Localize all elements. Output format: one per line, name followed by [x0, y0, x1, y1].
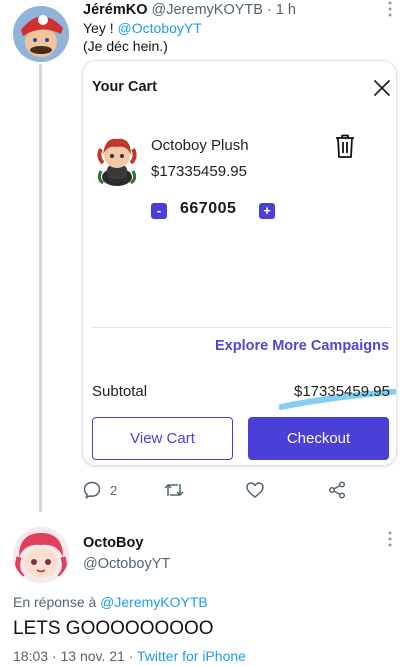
explore-campaigns-link[interactable]: Explore More Campaigns: [215, 338, 389, 354]
close-icon[interactable]: [371, 77, 393, 99]
tweet-source-link[interactable]: Twitter for iPhone: [137, 648, 246, 664]
quantity-value: 667005: [180, 200, 237, 217]
tweet-text: Yey ! @OctoboyYT (Je déc hein.): [83, 19, 202, 55]
product-name[interactable]: Octoboy Plush: [151, 137, 249, 154]
quantity-decrease-button[interactable]: -: [151, 203, 167, 219]
mention-link[interactable]: @OctoboyYT: [118, 20, 202, 36]
avatar-jeremko[interactable]: [13, 6, 69, 62]
more-icon[interactable]: [380, 530, 400, 550]
divider: [91, 327, 391, 328]
view-cart-button[interactable]: View Cart: [92, 417, 233, 460]
author-handle[interactable]: @OctoboyYT: [83, 556, 170, 572]
retweet-button[interactable]: [163, 480, 185, 500]
reply-prefix: En réponse à: [13, 594, 101, 610]
tweet-text: LETS GOOOOOOOOO: [13, 618, 214, 639]
tweet-header: JérémKO @JeremyKOYTB · 1 h: [83, 2, 296, 18]
reply-mention-link[interactable]: @JeremyKOYTB: [100, 594, 208, 610]
author-name[interactable]: JérémKO: [83, 2, 147, 18]
checkout-button[interactable]: Checkout: [248, 417, 389, 460]
cart-card: Your Cart Octoboy Plush $17335459.95 - 6…: [82, 60, 397, 466]
product-price: $17335459.95: [151, 163, 247, 180]
tweet-text-line2: (Je déc hein.): [83, 38, 168, 54]
cart-title: Your Cart: [92, 79, 157, 95]
author-name[interactable]: OctoBoy: [83, 535, 143, 551]
avatar-octoboy[interactable]: [13, 527, 69, 583]
reply-count: 2: [110, 482, 118, 498]
like-button[interactable]: [245, 480, 265, 500]
thread-line: [39, 64, 42, 512]
reply-icon: [82, 480, 102, 500]
time-separator: ·: [262, 2, 276, 18]
author-handle[interactable]: @JeremyKOYTB: [152, 2, 263, 18]
share-button[interactable]: [327, 480, 347, 500]
tweet-text-line1: Yey !: [83, 20, 118, 36]
more-icon[interactable]: [380, 0, 400, 20]
tweet-meta: 18:03 · 13 nov. 21 · Twitter for iPhone: [13, 648, 246, 664]
reply-context: En réponse à @JeremyKOYTB: [13, 594, 208, 610]
product-image: [95, 135, 139, 187]
like-icon: [245, 480, 265, 500]
share-icon: [327, 480, 347, 500]
subtotal-label: Subtotal: [92, 383, 148, 400]
subtotal-value: $17335459.95: [294, 383, 390, 400]
tweet-datetime[interactable]: 18:03 · 13 nov. 21 ·: [13, 648, 137, 664]
quantity-increase-button[interactable]: +: [259, 203, 275, 219]
trash-icon[interactable]: [333, 133, 357, 159]
retweet-icon: [163, 480, 185, 500]
reply-button[interactable]: 2: [82, 480, 117, 500]
tweet-time[interactable]: 1 h: [276, 2, 296, 18]
